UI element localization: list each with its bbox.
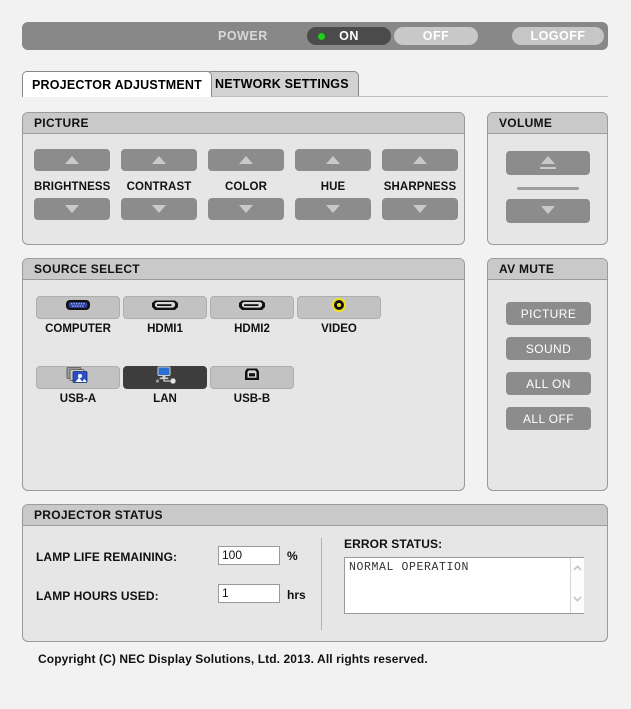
power-led-icon: [318, 33, 325, 40]
sharpness-down-button[interactable]: [382, 198, 458, 220]
chevron-up-icon[interactable]: [573, 564, 582, 573]
tab-projector-adjustment-label: PROJECTOR ADJUSTMENT: [32, 77, 202, 92]
vga-connector-icon: [65, 298, 91, 317]
source-select-panel: SOURCE SELECT COMPUTER HDMI1 HDMI2 VIDEO…: [22, 258, 465, 491]
power-bar: POWER ON OFF LOGOFF: [22, 22, 608, 50]
hue-up-button[interactable]: [295, 149, 371, 171]
triangle-down-icon: [413, 205, 427, 213]
av-mute-all-on-button[interactable]: ALL ON: [506, 372, 591, 395]
sharpness-up-button[interactable]: [382, 149, 458, 171]
brightness-up-button[interactable]: [34, 149, 110, 171]
contrast-up-button[interactable]: [121, 149, 197, 171]
source-label-hdmi1: HDMI1: [147, 323, 183, 335]
volume-up-icon: [541, 156, 555, 164]
av-mute-picture-label: PICTURE: [520, 306, 577, 321]
triangle-up-icon: [326, 156, 340, 164]
brightness-down-button[interactable]: [34, 198, 110, 220]
triangle-down-icon: [239, 205, 253, 213]
power-label: POWER: [218, 29, 268, 43]
chevron-down-icon[interactable]: [573, 594, 582, 603]
volume-up-button[interactable]: [506, 151, 590, 175]
color-label: COLOR: [224, 181, 268, 193]
source-button-usb-b[interactable]: [210, 366, 294, 389]
rca-video-jack-icon: [331, 297, 347, 318]
volume-down-icon: [541, 206, 555, 214]
hue-down-button[interactable]: [295, 198, 371, 220]
av-mute-all-off-button[interactable]: ALL OFF: [506, 407, 591, 430]
source-select-panel-title: SOURCE SELECT: [23, 259, 464, 280]
triangle-down-icon: [65, 205, 79, 213]
av-mute-sound-button[interactable]: SOUND: [506, 337, 591, 360]
av-mute-sound-label: SOUND: [525, 341, 572, 356]
source-label-usb-a: USB-A: [59, 393, 97, 405]
source-button-hdmi1[interactable]: [123, 296, 207, 319]
lamp-hours-used-unit: hrs: [287, 588, 306, 602]
av-mute-panel: AV MUTE PICTURE SOUND ALL ON ALL OFF: [487, 258, 608, 491]
av-mute-picture-button[interactable]: PICTURE: [506, 302, 591, 325]
usb-b-port-icon: [243, 367, 261, 388]
lamp-life-remaining-unit: %: [287, 549, 298, 563]
contrast-label: CONTRAST: [126, 181, 192, 193]
color-up-button[interactable]: [208, 149, 284, 171]
av-mute-panel-title: AV MUTE: [488, 259, 607, 280]
tab-network-settings-label: NETWORK SETTINGS: [215, 77, 349, 91]
power-on-label: ON: [339, 29, 359, 43]
source-button-computer[interactable]: [36, 296, 120, 319]
source-button-video[interactable]: [297, 296, 381, 319]
lamp-life-remaining-value[interactable]: 100: [218, 546, 280, 565]
source-button-hdmi2[interactable]: [210, 296, 294, 319]
power-on-button[interactable]: ON: [307, 27, 391, 45]
lamp-life-remaining-label: LAMP LIFE REMAINING:: [36, 550, 178, 564]
power-off-label: OFF: [422, 29, 450, 43]
sharpness-label: SHARPNESS: [383, 181, 457, 193]
triangle-down-icon: [152, 205, 166, 213]
picture-panel-title: PICTURE: [23, 113, 464, 134]
volume-up-underline-icon: [540, 167, 556, 169]
source-button-usb-a[interactable]: [36, 366, 120, 389]
source-label-computer: COMPUTER: [45, 323, 111, 335]
volume-panel: VOLUME: [487, 112, 608, 245]
volume-divider: [517, 187, 579, 190]
power-off-button[interactable]: OFF: [394, 27, 478, 45]
source-button-lan[interactable]: [123, 366, 207, 389]
source-label-usb-b: USB-B: [233, 393, 271, 405]
triangle-up-icon: [152, 156, 166, 164]
source-label-video: VIDEO: [321, 323, 357, 335]
lan-network-icon: [152, 366, 178, 389]
logoff-label: LOGOFF: [530, 29, 586, 43]
hue-label: HUE: [320, 181, 346, 193]
av-mute-all-off-label: ALL OFF: [522, 411, 575, 426]
error-status-label: ERROR STATUS:: [344, 537, 443, 551]
lamp-hours-used-label: LAMP HOURS USED:: [36, 589, 159, 603]
usb-a-photos-icon: [66, 366, 90, 389]
triangle-down-icon: [326, 205, 340, 213]
error-status-scrollbar[interactable]: [570, 558, 584, 613]
error-status-textarea[interactable]: NORMAL OPERATION: [344, 557, 584, 614]
projector-status-panel: PROJECTOR STATUS LAMP LIFE REMAINING: 10…: [22, 504, 608, 642]
projector-status-panel-title: PROJECTOR STATUS: [23, 505, 607, 526]
brightness-label: BRIGHTNESS: [34, 181, 111, 193]
copyright-text: Copyright (C) NEC Display Solutions, Ltd…: [38, 652, 428, 666]
picture-panel: PICTURE BRIGHTNESS CONTRAST COLOR HUE SH…: [22, 112, 465, 245]
tab-network-settings[interactable]: NETWORK SETTINGS: [205, 71, 359, 96]
hdmi-connector-icon: [150, 299, 180, 317]
tab-bar: PROJECTOR ADJUSTMENT NETWORK SETTINGS: [22, 71, 608, 97]
tab-projector-adjustment[interactable]: PROJECTOR ADJUSTMENT: [22, 71, 212, 97]
hdmi-connector-icon: [237, 299, 267, 317]
source-label-hdmi2: HDMI2: [234, 323, 270, 335]
triangle-up-icon: [65, 156, 79, 164]
av-mute-all-on-label: ALL ON: [526, 376, 571, 391]
triangle-up-icon: [413, 156, 427, 164]
lamp-hours-used-value[interactable]: 1: [218, 584, 280, 603]
source-label-lan: LAN: [153, 393, 177, 405]
status-vertical-divider: [321, 538, 322, 630]
volume-panel-title: VOLUME: [488, 113, 607, 134]
contrast-down-button[interactable]: [121, 198, 197, 220]
triangle-up-icon: [239, 156, 253, 164]
logoff-button[interactable]: LOGOFF: [512, 27, 604, 45]
color-down-button[interactable]: [208, 198, 284, 220]
volume-down-button[interactable]: [506, 199, 590, 223]
